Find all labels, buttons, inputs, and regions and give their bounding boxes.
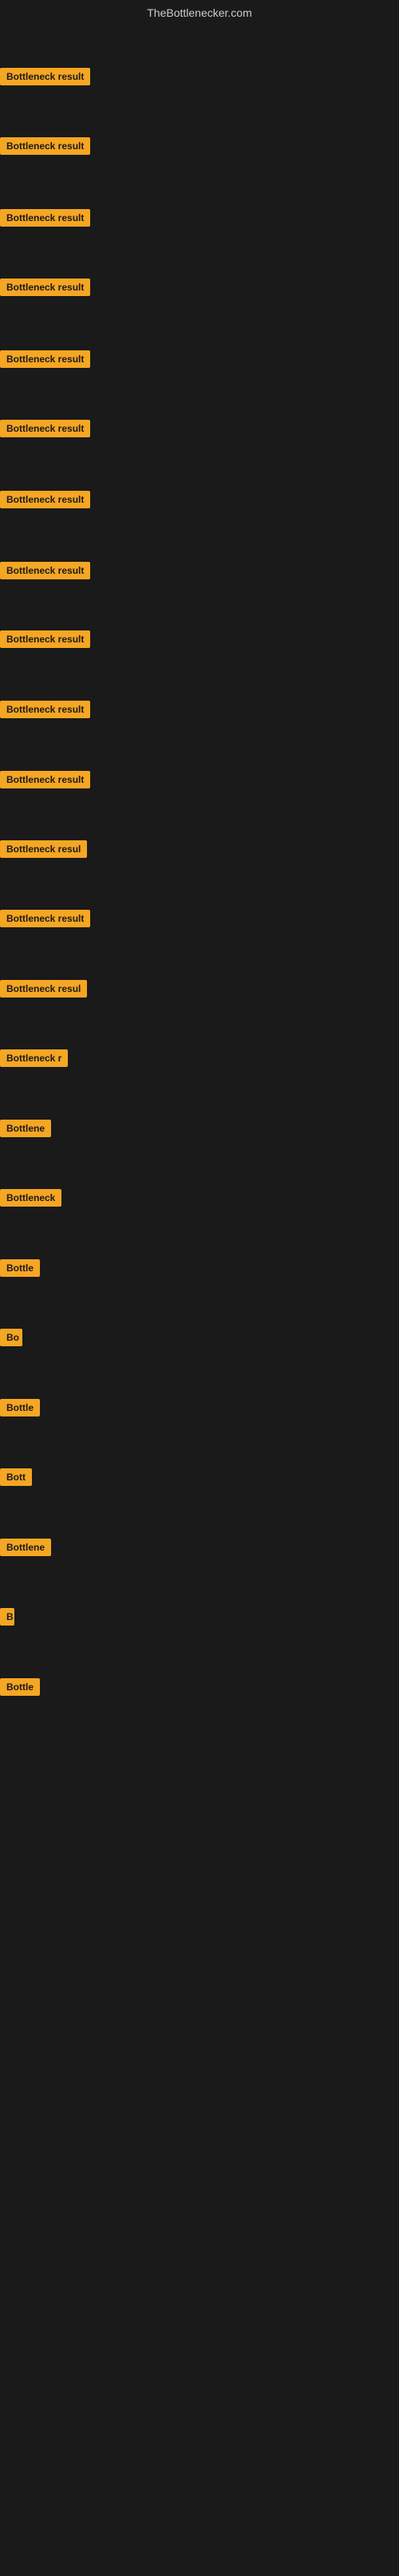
bottleneck-result-item[interactable]: Bottleneck result [0,209,90,231]
bottleneck-badge: Bottleneck result [0,279,90,296]
bottleneck-result-item[interactable]: Bott [0,1468,32,1490]
bottleneck-badge: Bottleneck result [0,562,90,579]
bottleneck-badge: Bottleneck result [0,910,90,927]
bottleneck-badge: Bottleneck [0,1189,61,1207]
bottleneck-result-item[interactable]: Bottleneck [0,1189,61,1211]
bottleneck-result-item[interactable]: Bottleneck result [0,420,90,441]
bottleneck-badge: Bottlene [0,1120,51,1137]
bottleneck-result-item[interactable]: Bottleneck result [0,562,90,583]
bottleneck-badge: Bottleneck result [0,771,90,788]
bottleneck-result-item[interactable]: Bottleneck result [0,771,90,792]
bottleneck-result-item[interactable]: Bottleneck result [0,279,90,300]
bottleneck-result-item[interactable]: Bottleneck r [0,1049,68,1071]
bottleneck-badge: Bottle [0,1678,40,1696]
bottleneck-result-item[interactable]: Bottleneck result [0,630,90,652]
bottleneck-badge: Bottle [0,1259,40,1277]
bottleneck-result-item[interactable]: Bottleneck result [0,491,90,512]
bottleneck-result-item[interactable]: Bottleneck result [0,68,90,89]
bottleneck-badge: Bott [0,1468,32,1486]
bottleneck-badge: Bottleneck result [0,209,90,227]
bottleneck-result-item[interactable]: Bo [0,1329,22,1350]
bottleneck-badge: Bottleneck result [0,68,90,85]
bottleneck-result-item[interactable]: Bottleneck resul [0,980,87,1002]
bottleneck-badge: Bottleneck resul [0,980,87,998]
bottleneck-result-item[interactable]: Bottle [0,1678,40,1700]
bottleneck-result-item[interactable]: Bottleneck result [0,350,90,372]
bottleneck-result-item[interactable]: B [0,1608,14,1630]
bottleneck-result-item[interactable]: Bottle [0,1259,40,1281]
bottleneck-badge: Bottleneck r [0,1049,68,1067]
site-title: TheBottlenecker.com [0,0,399,22]
bottleneck-badge: B [0,1608,14,1626]
bottleneck-badge: Bottleneck result [0,137,90,155]
bottleneck-badge: Bo [0,1329,22,1346]
bottleneck-result-item[interactable]: Bottlene [0,1120,51,1141]
bottleneck-result-item[interactable]: Bottle [0,1399,40,1420]
bottleneck-badge: Bottleneck result [0,350,90,368]
bottleneck-badge: Bottleneck resul [0,840,87,858]
bottleneck-result-item[interactable]: Bottleneck result [0,910,90,931]
bottleneck-badge: Bottleneck result [0,630,90,648]
bottleneck-result-item[interactable]: Bottlene [0,1539,51,1560]
bottleneck-badge: Bottleneck result [0,491,90,508]
bottleneck-badge: Bottlene [0,1539,51,1556]
bottleneck-result-item[interactable]: Bottleneck resul [0,840,87,862]
bottleneck-badge: Bottleneck result [0,420,90,437]
bottleneck-badge: Bottle [0,1399,40,1416]
bottleneck-badge: Bottleneck result [0,701,90,718]
bottleneck-result-item[interactable]: Bottleneck result [0,701,90,722]
bottleneck-result-item[interactable]: Bottleneck result [0,137,90,159]
